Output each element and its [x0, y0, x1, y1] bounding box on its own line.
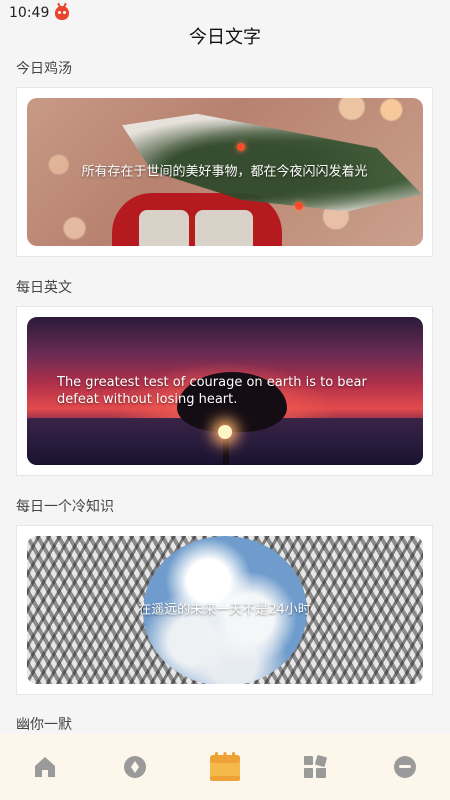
daily-english-text: The greatest test of courage on earth is…	[57, 375, 367, 407]
nav-categories[interactable]	[295, 747, 335, 787]
nav-home[interactable]	[25, 747, 65, 787]
daily-english-card[interactable]: The greatest test of courage on earth is…	[16, 306, 433, 476]
compass-icon	[124, 756, 146, 778]
nav-discover[interactable]	[115, 747, 155, 787]
daily-soup-text: 所有存在于世间的美好事物，都在今夜闪闪发着光	[81, 164, 368, 180]
daily-soup-card[interactable]: 所有存在于世间的美好事物，都在今夜闪闪发着光	[16, 87, 433, 257]
fun-fact-text: 在遥远的未来一天不是24小时	[138, 602, 311, 618]
grid-icon	[304, 755, 327, 778]
car-window	[139, 210, 189, 246]
light-dot	[295, 202, 303, 210]
profile-icon	[394, 756, 416, 778]
nav-profile[interactable]	[385, 747, 425, 787]
light-dot	[237, 143, 245, 151]
calendar-icon	[210, 752, 240, 781]
fun-fact-card[interactable]: 在遥远的未来一天不是24小时	[16, 525, 433, 695]
nav-daily-text[interactable]	[205, 747, 245, 787]
section-label-fun-fact: 每日一个冷知识	[16, 499, 114, 515]
sun-shape	[218, 425, 232, 439]
car-window	[195, 210, 253, 246]
app-notification-icon	[55, 6, 70, 20]
home-icon	[35, 757, 55, 777]
section-label-daily-soup: 今日鸡汤	[16, 61, 72, 77]
status-time: 10:49	[9, 5, 50, 21]
section-label-daily-english: 每日英文	[16, 280, 72, 296]
bottom-nav	[0, 734, 450, 800]
section-label-humor: 幽你一默	[16, 717, 72, 733]
status-bar: 10:49	[0, 0, 450, 26]
page-title: 今日文字	[189, 27, 261, 48]
